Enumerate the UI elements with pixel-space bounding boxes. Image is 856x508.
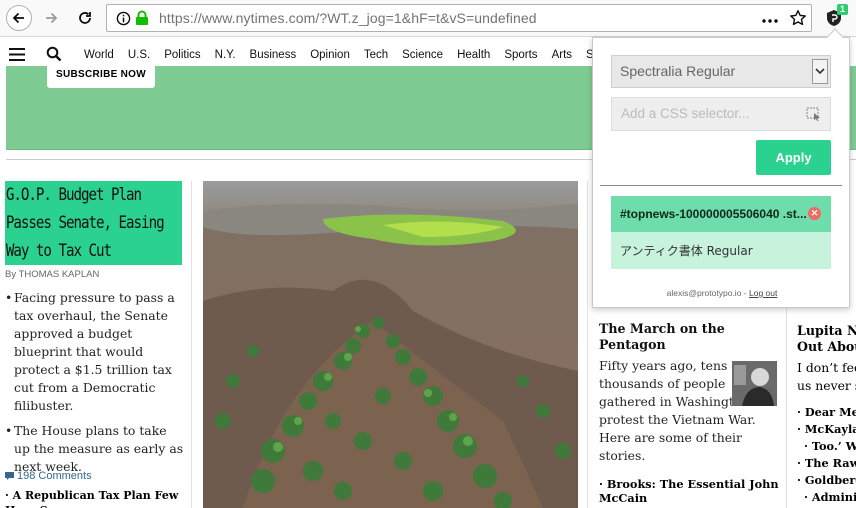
lead-headline-highlight[interactable]: G.O.P. Budget Plan Passes Senate, Easing…	[5, 181, 182, 265]
section-arts[interactable]: Arts	[552, 49, 572, 61]
byline: By THOMAS KAPLAN	[5, 269, 99, 280]
browser-toolbar: https://www.nytimes.com/?WT.z_jog=1&hF=t…	[0, 0, 856, 37]
right-link[interactable]: Administ	[797, 490, 856, 504]
section-links: World U.S. Politics N.Y. Business Opinio…	[84, 49, 611, 61]
lupita-summary: I don’t feel us never sl	[797, 359, 856, 395]
right-links: Dear Men McKayla Too.’ Wha The Raw Goldb…	[797, 405, 856, 504]
pentagon-headline[interactable]: The March on the Pentagon	[599, 321, 781, 353]
section-health[interactable]: Health	[457, 49, 490, 61]
account-email: alexis@prototypo.io	[666, 288, 742, 298]
lock-icon[interactable]	[135, 10, 149, 30]
headline-line: Lupita Ny	[797, 323, 856, 338]
font-select-value: Spectralia Regular	[620, 63, 736, 79]
applied-rule-card[interactable]: #topnews-100000005506040 .st... ✕ アンティク書…	[611, 196, 831, 269]
arrow-left-icon	[12, 12, 24, 24]
info-icon[interactable]	[116, 11, 131, 30]
byline-author[interactable]: THOMAS KAPLAN	[19, 269, 100, 280]
summary-line: us never sl	[797, 378, 856, 393]
chevron-down-icon[interactable]	[812, 59, 828, 84]
extension-badge: 1	[836, 4, 848, 15]
section-tech[interactable]: Tech	[364, 49, 388, 61]
lupita-headline[interactable]: Lupita Ny Out Abou	[797, 323, 856, 355]
hamburger-menu-icon[interactable]	[9, 48, 25, 64]
rule-selector-text: #topnews-100000005506040 .st...	[620, 207, 807, 221]
column-divider	[587, 181, 588, 508]
comments-link[interactable]: 198 Comments	[5, 470, 92, 482]
section-business[interactable]: Business	[250, 49, 297, 61]
css-selector-input[interactable]: Add a CSS selector...	[611, 97, 831, 131]
summary-line: I don’t feel	[797, 360, 856, 375]
section-world[interactable]: World	[84, 49, 114, 61]
protest-thumbnail[interactable]	[732, 361, 777, 406]
url-query: ?WT.z_jog=1&hF=t&vS=undefined	[319, 10, 537, 26]
opinion-column: in the nation’s best interest. The March…	[599, 293, 781, 505]
apply-button[interactable]: Apply	[756, 140, 831, 175]
prototypo-extension-button[interactable]: 1	[820, 4, 848, 31]
brooks-link[interactable]: Brooks: The Essential John McCain	[599, 477, 781, 505]
search-icon[interactable]	[46, 46, 62, 65]
subscribe-button[interactable]: SUBSCRIBE NOW	[47, 66, 155, 88]
footer-separator: -	[741, 288, 749, 298]
font-select[interactable]: Spectralia Regular	[611, 55, 831, 88]
section-science[interactable]: Science	[402, 49, 443, 61]
url-host: https://www.nytimes.com/	[159, 10, 320, 26]
logout-link[interactable]: Log out	[749, 288, 777, 298]
rule-selector: #topnews-100000005506040 .st... ✕	[611, 196, 831, 232]
reload-button[interactable]	[72, 5, 98, 31]
page-actions-icon[interactable]	[761, 12, 779, 31]
pentagon-summary: Fifty years ago, tens of thousands of pe…	[599, 357, 781, 465]
right-link[interactable]: McKayla	[797, 422, 856, 436]
byline-prefix: By	[5, 269, 19, 280]
url-bar[interactable]: https://www.nytimes.com/?WT.z_jog=1&hF=t…	[106, 4, 812, 32]
lead-summary: Facing pressure to pass a tax overhaul, …	[5, 289, 185, 483]
section-us[interactable]: U.S.	[128, 49, 150, 61]
summary-bullet: The House plans to take up the measure a…	[5, 422, 185, 476]
right-link[interactable]: Goldberg	[797, 473, 856, 487]
right-column: Lupita Ny Out Abou I don’t feel us never…	[797, 323, 856, 507]
headline-line: Out Abou	[797, 339, 856, 354]
url-text[interactable]: https://www.nytimes.com/?WT.z_jog=1&hF=t…	[159, 10, 537, 26]
arrow-right-icon	[46, 12, 58, 24]
bookmark-star-icon[interactable]	[789, 9, 807, 31]
rule-font-name: アンティク書体 Regular	[611, 232, 831, 269]
forward-button[interactable]	[38, 5, 64, 31]
lead-headline[interactable]: G.O.P. Budget Plan Passes Senate, Easing…	[5, 181, 182, 265]
column-divider	[191, 181, 192, 508]
right-link[interactable]: The Raw	[797, 456, 856, 470]
right-link[interactable]: Too.’ Wha	[797, 439, 856, 453]
aerial-landscape-image	[203, 181, 578, 508]
related-link[interactable]: A Republican Tax Plan Few Have Seen	[5, 488, 185, 508]
back-button[interactable]	[6, 5, 32, 31]
element-picker-icon[interactable]	[806, 107, 822, 124]
section-ny[interactable]: N.Y.	[215, 49, 236, 61]
lead-photo[interactable]	[203, 181, 578, 508]
summary-bullet: Facing pressure to pass a tax overhaul, …	[5, 289, 185, 415]
protest-photo-icon	[732, 361, 777, 406]
section-politics[interactable]: Politics	[164, 49, 200, 61]
comment-icon	[5, 472, 14, 480]
prototypo-popup: Spectralia Regular Add a CSS selector...…	[592, 28, 851, 308]
reload-icon	[79, 12, 91, 24]
popup-footer: alexis@prototypo.io - Log out	[593, 288, 851, 298]
right-link[interactable]: Dear Men	[797, 405, 856, 419]
css-selector-placeholder: Add a CSS selector...	[621, 106, 750, 121]
remove-rule-icon[interactable]: ✕	[808, 207, 821, 220]
section-opinion[interactable]: Opinion	[310, 49, 350, 61]
popup-divider	[600, 185, 842, 186]
section-sports[interactable]: Sports	[504, 49, 537, 61]
comments-count[interactable]: 198 Comments	[17, 470, 92, 482]
